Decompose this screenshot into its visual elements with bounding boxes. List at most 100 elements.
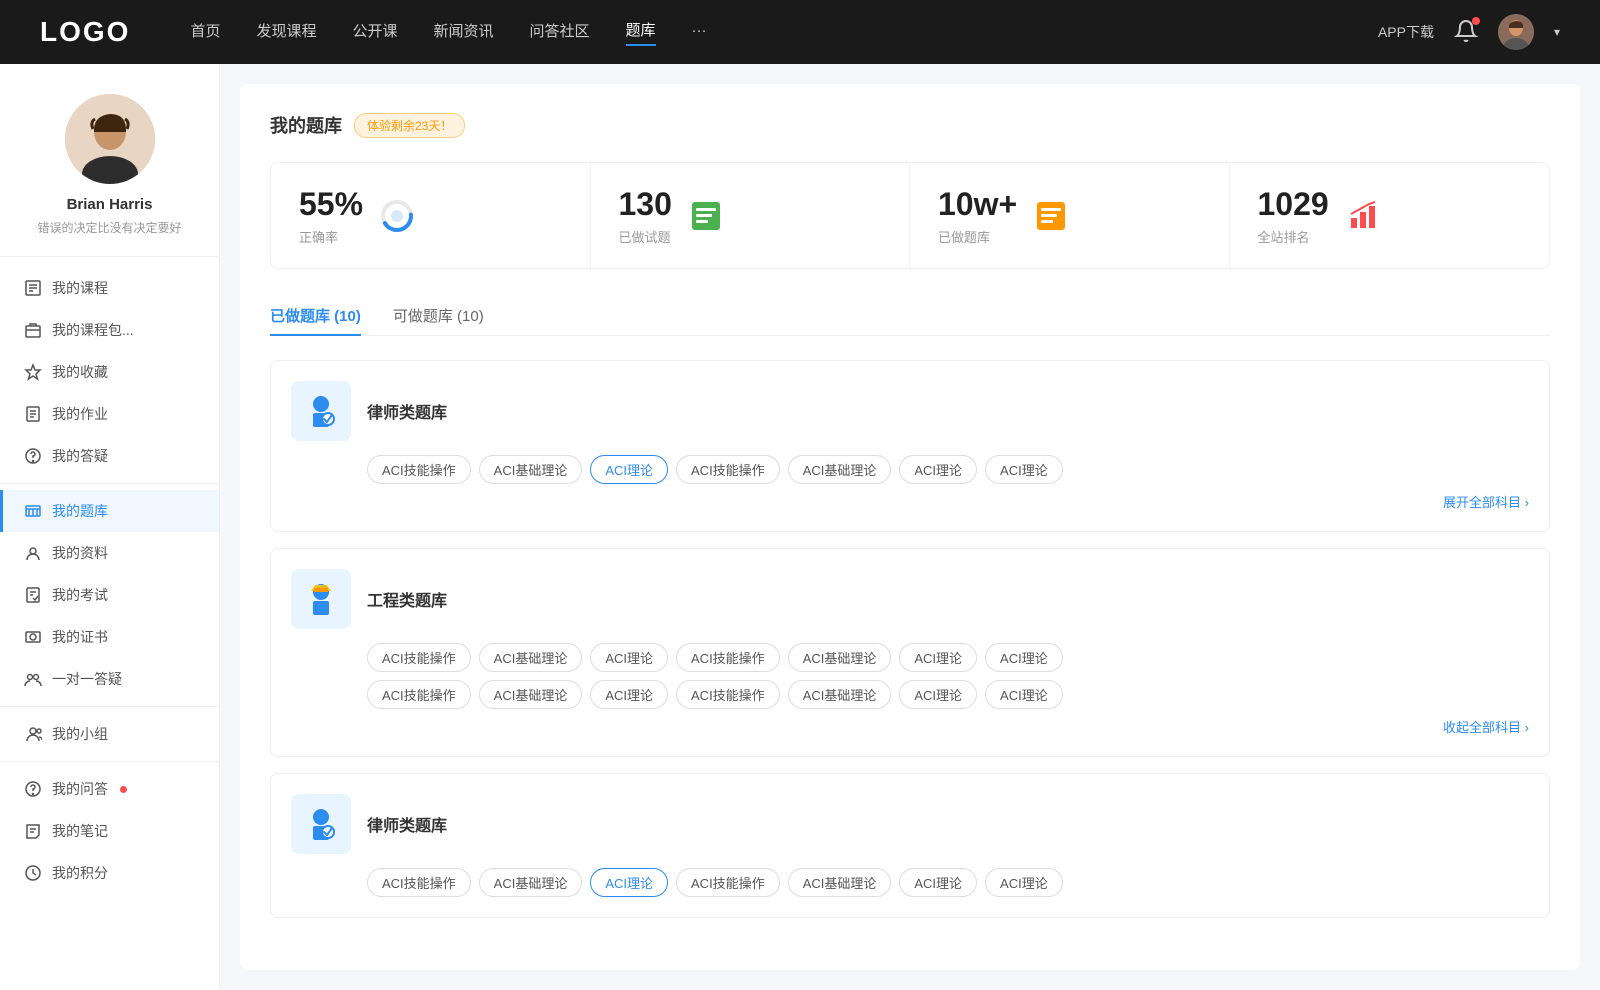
material-icon: [24, 544, 42, 562]
bank-tag-1-1[interactable]: ACI基础理论: [479, 643, 583, 672]
bank-tag-1-3[interactable]: ACI技能操作: [676, 643, 780, 672]
sidebar-item-label: 我的课程包...: [52, 320, 134, 340]
bank-tag-0-1[interactable]: ACI基础理论: [479, 455, 583, 484]
bank-tag-2-6[interactable]: ACI理论: [985, 868, 1063, 897]
stat-value-col: 130 已做试题: [619, 185, 672, 246]
content-inner: 我的题库 体验剩余23天！ 55% 正确率 130 已做试题 10w+ 已做题库…: [240, 84, 1580, 970]
app-download-button[interactable]: APP下载: [1378, 22, 1434, 42]
sidebar-item-question[interactable]: 我的答疑: [0, 435, 219, 477]
sidebar-avatar: [65, 94, 155, 184]
sidebar-item-course[interactable]: 我的课程: [0, 267, 219, 309]
engineer-bank-icon: [291, 569, 351, 629]
sidebar-item-exam[interactable]: 我的考试: [0, 574, 219, 616]
sidebar-item-package[interactable]: 我的课程包...: [0, 309, 219, 351]
bank-title: 律师类题库: [367, 399, 447, 423]
bank-sections: 律师类题库ACI技能操作ACI基础理论ACI理论ACI技能操作ACI基础理论AC…: [270, 360, 1550, 918]
nav-item-···[interactable]: ···: [692, 22, 707, 43]
bank-tag-r2-1-6[interactable]: ACI理论: [985, 680, 1063, 709]
bank-tag-2-2[interactable]: ACI理论: [590, 868, 668, 897]
bank-title: 工程类题库: [367, 587, 447, 611]
stats-row: 55% 正确率 130 已做试题 10w+ 已做题库 1029 全站排名: [270, 162, 1550, 269]
logo[interactable]: LOGO: [40, 16, 130, 48]
sidebar-item-label: 我的课程: [52, 278, 108, 298]
bank-tag-0-3[interactable]: ACI技能操作: [676, 455, 780, 484]
bank-section-2: 律师类题库ACI技能操作ACI基础理论ACI理论ACI技能操作ACI基础理论AC…: [270, 773, 1550, 918]
bank-tag-0-0[interactable]: ACI技能操作: [367, 455, 471, 484]
notification-bell[interactable]: [1454, 19, 1478, 46]
bank-tag-0-4[interactable]: ACI基础理论: [788, 455, 892, 484]
sidebar-item-cert[interactable]: 我的证书: [0, 616, 219, 658]
sidebar-item-qa[interactable]: 我的问答: [0, 768, 219, 810]
bank-tag-2-1[interactable]: ACI基础理论: [479, 868, 583, 897]
sidebar-menu: 我的课程我的课程包... 我的收藏我的作业我的答疑我的题库我的资料我的考试我的证书…: [0, 267, 219, 894]
nav-item-发现课程[interactable]: 发现课程: [256, 20, 316, 45]
menu-notification-dot: [120, 786, 127, 793]
stat-label: 正确率: [299, 227, 363, 246]
bank-tag-r2-1-5[interactable]: ACI理论: [899, 680, 977, 709]
bank-tags-row2-1: ACI技能操作ACI基础理论ACI理论ACI技能操作ACI基础理论ACI理论AC…: [291, 680, 1529, 709]
sidebar-item-points[interactable]: 我的积分: [0, 852, 219, 894]
sidebar-divider: [0, 483, 219, 484]
bank-tag-r2-1-2[interactable]: ACI理论: [590, 680, 668, 709]
main-content: 我的题库 体验剩余23天！ 55% 正确率 130 已做试题 10w+ 已做题库…: [220, 64, 1600, 990]
sidebar-item-material[interactable]: 我的资料: [0, 532, 219, 574]
package-icon: [24, 321, 42, 339]
nav-item-题库[interactable]: 题库: [626, 19, 656, 46]
nav-item-问答社区[interactable]: 问答社区: [530, 20, 590, 45]
sidebar-item-homework[interactable]: 我的作业: [0, 393, 219, 435]
bank-tag-1-4[interactable]: ACI基础理论: [788, 643, 892, 672]
sidebar-item-star[interactable]: 我的收藏: [0, 351, 219, 393]
bank-tag-r2-1-4[interactable]: ACI基础理论: [788, 680, 892, 709]
page-title: 我的题库: [270, 112, 342, 138]
tab-0[interactable]: 已做题库 (10): [270, 297, 361, 336]
bank-tag-r2-1-3[interactable]: ACI技能操作: [676, 680, 780, 709]
sidebar-item-label: 我的收藏: [52, 362, 108, 382]
question-icon: [24, 447, 42, 465]
sidebar-item-bank[interactable]: 我的题库: [0, 490, 219, 532]
sidebar-item-label: 我的答疑: [52, 446, 108, 466]
page-wrapper: Brian Harris 错误的决定比没有决定要好 我的课程我的课程包...我的…: [0, 64, 1600, 990]
sidebar-item-group[interactable]: 我的小组: [0, 713, 219, 755]
sidebar-username: Brian Harris: [67, 196, 153, 213]
stat-card-1: 130 已做试题: [591, 163, 911, 268]
bank-tag-1-0[interactable]: ACI技能操作: [367, 643, 471, 672]
bank-header-2: 律师类题库: [291, 794, 1529, 854]
user-menu-chevron[interactable]: ▾: [1554, 25, 1560, 39]
tab-1[interactable]: 可做题库 (10): [393, 297, 484, 336]
bank-tag-2-4[interactable]: ACI基础理论: [788, 868, 892, 897]
bank-tag-r2-1-1[interactable]: ACI基础理论: [479, 680, 583, 709]
bank-tag-0-5[interactable]: ACI理论: [899, 455, 977, 484]
user-avatar[interactable]: [1498, 14, 1534, 50]
bank-tag-0-6[interactable]: ACI理论: [985, 455, 1063, 484]
bank-tag-2-0[interactable]: ACI技能操作: [367, 868, 471, 897]
bank-expand-toggle-1[interactable]: 收起全部科目 ›: [291, 717, 1529, 736]
cert-icon: [24, 628, 42, 646]
bank-tag-1-5[interactable]: ACI理论: [899, 643, 977, 672]
bank-tag-1-2[interactable]: ACI理论: [590, 643, 668, 672]
stat-value: 1029: [1258, 185, 1329, 223]
stat-label: 全站排名: [1258, 227, 1329, 246]
bank-expand-toggle-0[interactable]: 展开全部科目 ›: [291, 492, 1529, 511]
bank-tag-2-3[interactable]: ACI技能操作: [676, 868, 780, 897]
bank-tags-row1-2: ACI技能操作ACI基础理论ACI理论ACI技能操作ACI基础理论ACI理论AC…: [291, 868, 1529, 897]
oneone-icon: [24, 670, 42, 688]
stat-value: 10w+: [938, 185, 1017, 223]
sidebar-item-label: 我的积分: [52, 863, 108, 883]
bank-icon: [24, 502, 42, 520]
bank-tags-row1-1: ACI技能操作ACI基础理论ACI理论ACI技能操作ACI基础理论ACI理论AC…: [291, 643, 1529, 672]
nav-item-公开课[interactable]: 公开课: [352, 20, 397, 45]
stat-icon-0: [379, 198, 415, 234]
bank-tag-1-6[interactable]: ACI理论: [985, 643, 1063, 672]
sidebar-item-oneone[interactable]: 一对一答疑: [0, 658, 219, 700]
bank-tag-2-5[interactable]: ACI理论: [899, 868, 977, 897]
stat-value-col: 10w+ 已做题库: [938, 185, 1017, 246]
bank-tag-0-2[interactable]: ACI理论: [590, 455, 668, 484]
nav-item-新闻资讯[interactable]: 新闻资讯: [434, 20, 494, 45]
bank-header-1: 工程类题库: [291, 569, 1529, 629]
nav-item-首页[interactable]: 首页: [190, 20, 220, 45]
sidebar-item-note[interactable]: 我的笔记: [0, 810, 219, 852]
bank-tag-r2-1-0[interactable]: ACI技能操作: [367, 680, 471, 709]
bank-header-0: 律师类题库: [291, 381, 1529, 441]
sidebar-item-label: 我的小组: [52, 724, 108, 744]
note-icon: [24, 822, 42, 840]
